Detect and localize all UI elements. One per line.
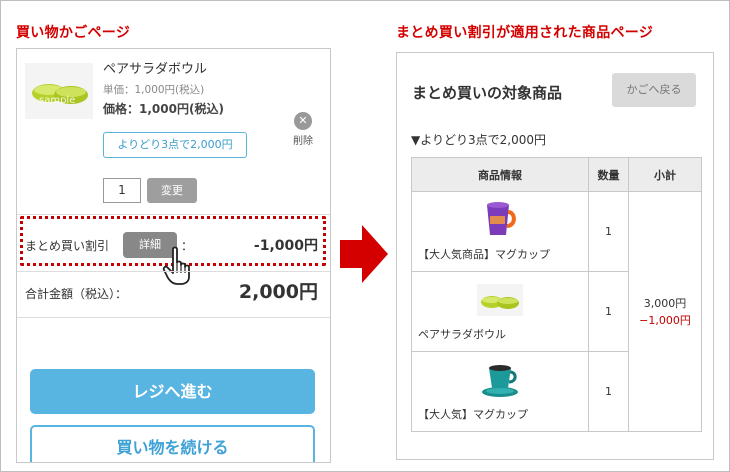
divider bbox=[17, 317, 330, 318]
promo-title: ▼よりどり3点で2,000円 bbox=[411, 133, 546, 147]
subtotal-amount: 3,000円 bbox=[643, 296, 687, 310]
pointer-hand-icon bbox=[162, 246, 190, 285]
continue-shopping-button[interactable]: 買い物を続ける bbox=[30, 425, 315, 462]
price-line: 価格：1,000円(税込) bbox=[103, 100, 224, 117]
discount-page-heading: まとめ買い割引が適用された商品ページ bbox=[396, 25, 654, 41]
close-icon: ✕ bbox=[294, 112, 312, 130]
column-header: 小計 bbox=[628, 157, 702, 192]
product-info-cell: ペアサラダボウル bbox=[411, 271, 589, 352]
promo-badge-link[interactable]: よりどり3点で2,000円 bbox=[103, 132, 247, 158]
subtotal-cell: 3,000円 −1,000円 bbox=[628, 191, 702, 432]
target-products-title: まとめ買いの対象商品 bbox=[412, 84, 563, 102]
salad-bowl-icon: sample bbox=[25, 63, 93, 119]
quantity-cell: 1 bbox=[588, 351, 629, 432]
purple-mug-icon[interactable] bbox=[477, 200, 523, 240]
table-header-row: 商品情報 数量 小計 bbox=[411, 157, 702, 192]
target-products-panel: まとめ買いの対象商品 かごへ戻る ▼よりどり3点で2,000円 商品情報 数量 … bbox=[396, 52, 714, 460]
checkout-button[interactable]: レジへ進む bbox=[30, 369, 315, 414]
change-quantity-button[interactable]: 変更 bbox=[147, 178, 197, 203]
discount-amount: -1,000円 bbox=[253, 238, 318, 254]
subtotal-discount: −1,000円 bbox=[639, 313, 691, 327]
quantity-cell: 1 bbox=[588, 271, 629, 352]
cart-page-heading: 買い物かごページ bbox=[16, 25, 131, 41]
back-to-cart-button[interactable]: かごへ戻る bbox=[612, 73, 696, 107]
target-products-table: 商品情報 数量 小計 【大人気商品】マグカップ 1 3,000円 −1,000円 bbox=[411, 157, 702, 432]
product-name[interactable]: 【大人気商品】マグカップ bbox=[418, 246, 582, 262]
price-label: 価格： bbox=[103, 102, 140, 116]
column-header: 数量 bbox=[588, 157, 629, 192]
product-name[interactable]: ペアサラダボウル bbox=[103, 58, 207, 77]
salad-bowl-icon[interactable] bbox=[477, 280, 523, 320]
column-header: 商品情報 bbox=[411, 157, 589, 192]
product-info-cell: 【大人気】マグカップ bbox=[411, 351, 589, 432]
discount-label: まとめ買い割引 bbox=[25, 239, 110, 253]
divider bbox=[17, 214, 330, 215]
teal-cup-icon[interactable] bbox=[477, 360, 523, 400]
product-name[interactable]: ペアサラダボウル bbox=[418, 326, 582, 342]
delete-button[interactable]: ✕ 削除 bbox=[289, 109, 317, 147]
quantity-input[interactable]: 1 bbox=[103, 178, 141, 203]
unit-price: 単価：1,000円(税込) bbox=[103, 84, 205, 96]
quantity-cell: 1 bbox=[588, 191, 629, 272]
salad-bowl-thumbnail[interactable]: sample bbox=[25, 63, 93, 119]
svg-text:sample: sample bbox=[39, 95, 75, 106]
cart-panel: sample ペアサラダボウル 単価：1,000円(税込) 価格：1,000円(… bbox=[16, 48, 331, 463]
total-amount: 2,000円 bbox=[238, 281, 318, 303]
total-label: 合計金額（税込）： bbox=[25, 287, 128, 301]
table-row: 【大人気商品】マグカップ 1 3,000円 −1,000円 bbox=[411, 191, 702, 432]
right-arrow-icon bbox=[340, 225, 388, 283]
divider bbox=[17, 271, 330, 272]
price-value: 1,000円(税込) bbox=[139, 102, 224, 116]
product-name[interactable]: 【大人気】マグカップ bbox=[418, 406, 582, 422]
product-info-cell: 【大人気商品】マグカップ bbox=[411, 191, 589, 272]
delete-label: 削除 bbox=[293, 136, 313, 147]
